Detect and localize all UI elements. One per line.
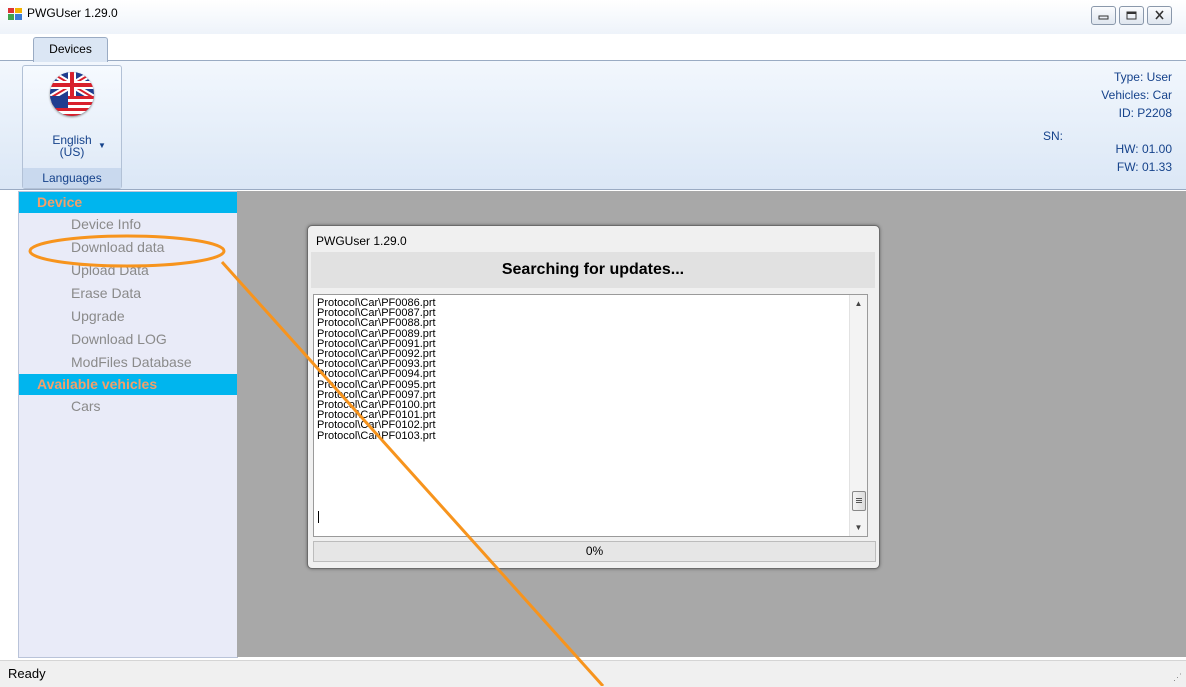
progress-label: 0% — [585, 544, 604, 558]
grip-line — [856, 500, 862, 501]
window-title: PWGUser 1.29.0 — [27, 6, 118, 20]
text-caret — [318, 511, 319, 523]
languages-group-caption: Languages — [23, 168, 121, 188]
uk-us-flag-icon[interactable] — [50, 72, 94, 116]
update-dialog: PWGUser 1.29.0 Searching for updates... … — [307, 225, 880, 569]
device-hw: HW: 01.00 — [1115, 142, 1172, 156]
chevron-down-icon[interactable]: ▼ — [98, 141, 106, 150]
flag-graphic — [50, 72, 94, 116]
language-name: English (US) — [52, 133, 92, 159]
scroll-thumb[interactable] — [852, 491, 866, 511]
device-fw: FW: 01.33 — [1116, 160, 1172, 174]
sidebar: Device Device Info Download data Upload … — [18, 191, 238, 658]
tab-devices[interactable]: Devices — [33, 37, 108, 62]
maximize-button[interactable] — [1119, 6, 1144, 25]
sidebar-item-download-log[interactable]: Download LOG — [19, 328, 237, 351]
status-text: Ready — [8, 666, 46, 681]
sidebar-item-cars[interactable]: Cars — [19, 395, 237, 418]
sidebar-item-device-info[interactable]: Device Info — [19, 213, 237, 236]
scroll-down-icon[interactable]: ▼ — [850, 519, 867, 536]
device-info: Type: User Vehicles: Car ID: P2208 HW: 0… — [1101, 68, 1172, 176]
minimize-icon — [1098, 15, 1109, 20]
log-scrollbar[interactable]: ▲ ▼ — [849, 295, 867, 536]
device-sn: SN: — [1043, 129, 1064, 143]
dialog-title: PWGUser 1.29.0 — [316, 234, 407, 248]
device-id: ID: P2208 — [1118, 106, 1172, 120]
grip-line — [856, 502, 862, 503]
ribbon: English (US) ▼ Languages Type: User Vehi… — [0, 60, 1186, 190]
log-lines: Protocol\Car\PF0086.prt Protocol\Car\PF0… — [317, 297, 436, 442]
maximize-icon — [1126, 11, 1137, 20]
title-bar: PWGUser 1.29.0 — [0, 0, 1186, 34]
app-window-icon — [8, 8, 22, 20]
grip-line — [856, 498, 862, 499]
sidebar-section-available-vehicles[interactable]: Available vehicles — [19, 374, 237, 395]
close-icon — [1155, 10, 1164, 20]
sidebar-section-device[interactable]: Device — [19, 192, 237, 213]
scroll-up-icon[interactable]: ▲ — [850, 295, 867, 312]
language-label[interactable]: English (US) — [23, 134, 121, 158]
sidebar-item-download-data[interactable]: Download data — [19, 236, 237, 259]
dialog-heading: Searching for updates... — [311, 252, 875, 288]
device-vehicles: Vehicles: Car — [1101, 88, 1172, 102]
sidebar-item-upload-data[interactable]: Upload Data — [19, 259, 237, 282]
language-group: English (US) ▼ Languages — [22, 65, 122, 189]
minimize-button[interactable] — [1091, 6, 1116, 25]
update-progress-bar: 0% — [313, 541, 876, 562]
sidebar-item-erase-data[interactable]: Erase Data — [19, 282, 237, 305]
close-button[interactable] — [1147, 6, 1172, 25]
status-bar: Ready ⋰ — [0, 660, 1186, 687]
device-info-spacer — [1101, 122, 1172, 140]
sidebar-item-upgrade[interactable]: Upgrade — [19, 305, 237, 328]
log-line: Protocol\Car\PF0103.prt — [317, 429, 436, 442]
sidebar-item-modfiles-database[interactable]: ModFiles Database — [19, 351, 237, 374]
window-controls — [1091, 6, 1172, 25]
resize-grip-icon[interactable]: ⋰ — [1173, 672, 1182, 683]
device-type: Type: User — [1113, 70, 1172, 84]
update-log-textarea[interactable]: Protocol\Car\PF0086.prt Protocol\Car\PF0… — [313, 294, 868, 537]
